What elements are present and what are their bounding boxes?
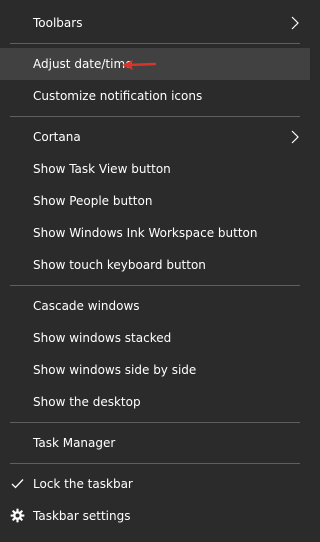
chevron-right-icon: [291, 16, 299, 30]
menu-item-label: Cortana: [33, 130, 81, 144]
menu-item-show-windows-side-by-side[interactable]: Show windows side by side: [0, 354, 310, 386]
menu-item-show-touch-keyboard-button[interactable]: Show touch keyboard button: [0, 249, 310, 281]
menu-item-show-people-button[interactable]: Show People button: [0, 185, 310, 217]
checkmark-icon: [10, 476, 25, 491]
menu-item-task-manager[interactable]: Task Manager: [0, 427, 310, 459]
menu-item-label: Show windows stacked: [33, 331, 172, 345]
taskbar-context-menu: Toolbars Adjust date/time Customize noti…: [0, 0, 310, 542]
menu-separator: [10, 116, 300, 117]
menu-item-customize-notification-icons[interactable]: Customize notification icons: [0, 80, 310, 112]
menu-item-adjust-date-time[interactable]: Adjust date/time: [0, 48, 310, 80]
menu-item-show-task-view-button[interactable]: Show Task View button: [0, 153, 310, 185]
menu-item-show-the-desktop[interactable]: Show the desktop: [0, 386, 310, 418]
menu-item-show-windows-ink-workspace-button[interactable]: Show Windows Ink Workspace button: [0, 217, 310, 249]
gear-icon: [10, 508, 25, 523]
menu-item-cascade-windows[interactable]: Cascade windows: [0, 290, 310, 322]
menu-separator: [10, 285, 300, 286]
menu-item-label: Show touch keyboard button: [33, 258, 206, 272]
menu-item-label: Cascade windows: [33, 299, 140, 313]
chevron-right-icon: [291, 130, 299, 144]
menu-separator: [10, 463, 300, 464]
menu-separator: [10, 422, 300, 423]
menu-item-label: Toolbars: [33, 16, 83, 30]
menu-item-taskbar-settings[interactable]: Taskbar settings: [0, 500, 310, 532]
menu-item-toolbars[interactable]: Toolbars: [0, 7, 310, 39]
menu-item-label: Lock the taskbar: [33, 477, 133, 491]
menu-separator: [10, 43, 300, 44]
menu-item-label: Taskbar settings: [33, 509, 131, 523]
red-arrow-icon: [122, 60, 156, 70]
menu-item-show-windows-stacked[interactable]: Show windows stacked: [0, 322, 310, 354]
menu-item-label: Task Manager: [33, 436, 116, 450]
menu-item-label: Show the desktop: [33, 395, 141, 409]
menu-item-label: Show windows side by side: [33, 363, 197, 377]
menu-item-cortana[interactable]: Cortana: [0, 121, 310, 153]
menu-item-label: Adjust date/time: [33, 57, 133, 71]
menu-item-lock-the-taskbar[interactable]: Lock the taskbar: [0, 468, 310, 500]
menu-item-label: Show Windows Ink Workspace button: [33, 226, 258, 240]
menu-item-label: Customize notification icons: [33, 89, 203, 103]
menu-item-label: Show Task View button: [33, 162, 171, 176]
menu-item-label: Show People button: [33, 194, 153, 208]
